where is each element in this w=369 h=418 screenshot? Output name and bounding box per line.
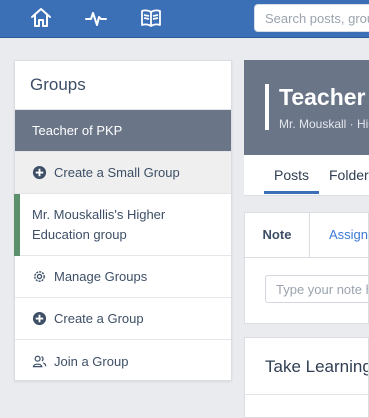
manage-groups-label: Manage Groups: [54, 269, 148, 284]
tab-assignment[interactable]: Assignment: [329, 227, 368, 242]
users-icon: [32, 354, 47, 369]
group-name-line2: Education group: [32, 226, 127, 242]
manage-groups-item[interactable]: Manage Groups: [15, 256, 231, 298]
create-group-item[interactable]: Create a Group: [15, 298, 231, 340]
activity-icon[interactable]: [84, 6, 108, 30]
page-subtitle: Mr. Mouskall · Higher Education: [279, 117, 369, 131]
search-input[interactable]: [265, 5, 369, 31]
join-group-label: Join a Group: [54, 353, 129, 369]
search-field[interactable]: [254, 4, 369, 32]
plus-circle-icon: [32, 165, 47, 180]
groups-title: Groups: [15, 61, 231, 110]
groups-panel: Groups Teacher of PKP Create a Small Gro…: [14, 60, 232, 381]
plus-circle-icon: [32, 311, 47, 326]
join-group-item[interactable]: Join a Group: [15, 340, 231, 382]
take-learning-title: Take Learning: [265, 357, 369, 376]
create-small-group-label: Create a Small Group: [54, 165, 180, 180]
post-composer: Note Assignment: [244, 212, 369, 324]
group-item-higher-education[interactable]: Mr. Mouskallis's Higher Education group: [14, 194, 231, 256]
group-item-label: Teacher of PKP: [32, 123, 123, 138]
header-accent-bar: [265, 84, 269, 130]
library-icon[interactable]: [139, 6, 163, 30]
create-group-label: Create a Group: [54, 311, 144, 326]
note-field[interactable]: [265, 275, 368, 303]
create-small-group-item[interactable]: Create a Small Group: [15, 152, 231, 194]
group-header: Teacher of PKP Mr. Mouskall · Higher Edu…: [244, 60, 369, 155]
active-tab-underline: [264, 191, 319, 194]
page-title: Teacher of PKP: [279, 84, 369, 110]
tab-folders[interactable]: Folders: [329, 167, 369, 183]
home-icon[interactable]: [29, 6, 53, 30]
group-accent-bar: [14, 194, 20, 256]
group-name-line1: Mr. Mouskallis's Higher: [32, 206, 166, 222]
group-item-teacher-of-pkp[interactable]: Teacher of PKP: [15, 110, 231, 152]
group-tabs: Posts Folders: [244, 155, 369, 196]
gear-icon: [32, 269, 47, 284]
composer-tabs: Note Assignment: [245, 213, 368, 258]
take-learning-card: Take Learning: [244, 337, 369, 418]
note-input[interactable]: [266, 276, 368, 302]
top-navigation-bar: [0, 0, 369, 38]
card-divider: [245, 394, 368, 395]
tab-posts[interactable]: Posts: [264, 167, 319, 183]
tab-note[interactable]: Note: [245, 213, 310, 257]
